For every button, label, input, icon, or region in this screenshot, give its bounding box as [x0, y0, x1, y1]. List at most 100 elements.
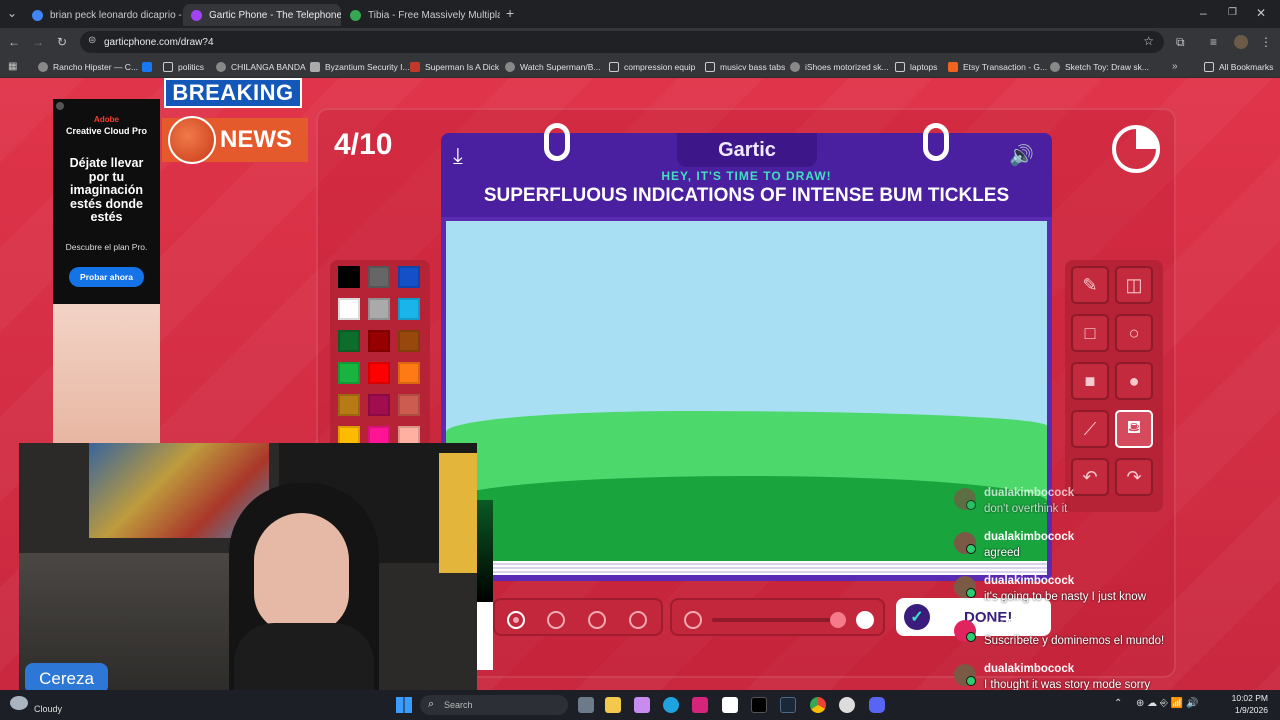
steam-icon[interactable]: [780, 697, 796, 713]
minimize-icon[interactable]: –: [1200, 6, 1207, 20]
color-swatch[interactable]: [368, 266, 390, 288]
color-swatch[interactable]: [338, 266, 360, 288]
window-close-icon[interactable]: ✕: [1256, 6, 1266, 20]
edge-icon[interactable]: [663, 697, 679, 713]
ellipse-outline-icon[interactable]: ○: [1115, 314, 1153, 352]
color-swatch[interactable]: [398, 394, 420, 416]
bucket-icon[interactable]: ⛾: [1115, 410, 1153, 448]
speaker-icon[interactable]: 🔊: [1009, 143, 1034, 168]
bookmark-10[interactable]: iShoes motorized sk...: [790, 60, 889, 74]
back-icon[interactable]: ←: [8, 35, 20, 49]
breaking-banner: BREAKING: [164, 78, 302, 108]
clock-time[interactable]: 10:02 PM: [1228, 693, 1268, 703]
apps-icon[interactable]: ▦: [8, 60, 17, 74]
rectangle-fill-icon[interactable]: ■: [1071, 362, 1109, 400]
bookmark-star-icon[interactable]: ☆: [1143, 34, 1154, 48]
site-info-icon[interactable]: ⊜: [88, 35, 96, 46]
line-icon[interactable]: ⟋: [1071, 410, 1109, 448]
browser-toolbar: ← → ↻ ⊜ garticphone.com/draw?4 ☆ ⧉ ≡ ⋮: [0, 28, 1280, 56]
brush-size-2[interactable]: [547, 611, 565, 629]
tool-panel: ✎ ◫ □ ○ ■ ● ⟋ ⛾ ↶ ↷: [1065, 260, 1163, 512]
globe-icon: [505, 62, 515, 72]
board-ring-right: [923, 123, 949, 161]
globe-icon: [168, 116, 216, 164]
restore-icon[interactable]: ❐: [1228, 6, 1237, 20]
profile-avatar[interactable]: [1234, 35, 1248, 49]
discord-icon[interactable]: [869, 697, 885, 713]
color-swatch[interactable]: [398, 330, 420, 352]
reload-icon[interactable]: ↻: [57, 35, 67, 49]
color-swatch[interactable]: [368, 298, 390, 320]
copilot-icon[interactable]: [634, 697, 650, 713]
slider-thumb[interactable]: [830, 612, 846, 628]
address-bar[interactable]: ⊜ garticphone.com/draw?4 ☆: [80, 31, 1164, 53]
color-swatch[interactable]: [398, 362, 420, 384]
bookmark-3[interactable]: politics: [163, 60, 204, 74]
bookmark-5[interactable]: Byzantium Security I...: [310, 60, 410, 74]
tab-3[interactable]: Tibia - Free Massively Multiplay ✕: [342, 4, 500, 26]
chrome-icon[interactable]: [810, 697, 826, 713]
color-swatch[interactable]: [398, 266, 420, 288]
bookmark-2[interactable]: [142, 60, 157, 74]
globe-icon: [1050, 62, 1060, 72]
weather-icon: [10, 696, 28, 710]
tab-2[interactable]: Gartic Phone - The Telephone G ✕: [183, 4, 341, 26]
color-swatch[interactable]: [368, 394, 390, 416]
brush-size-1[interactable]: [507, 611, 525, 629]
chevron-up-icon[interactable]: ⌃: [1114, 698, 1122, 709]
bookmark-6[interactable]: Superman Is A Dick: [410, 60, 499, 74]
taskbar-search[interactable]: ⌕ Search: [420, 695, 568, 715]
brush-size-3[interactable]: [588, 611, 606, 629]
draw-subtitle: HEY, IT'S TIME TO DRAW!: [661, 169, 832, 183]
all-bookmarks[interactable]: All Bookmarks: [1204, 60, 1273, 74]
ad-photo: [53, 304, 160, 444]
download-icon[interactable]: ⤓: [453, 143, 463, 169]
color-swatch[interactable]: [398, 298, 420, 320]
brush-size-4[interactable]: [629, 611, 647, 629]
forward-icon[interactable]: →: [32, 35, 44, 49]
new-tab-icon[interactable]: +: [506, 6, 514, 20]
clock-date[interactable]: 1/9/2026: [1228, 705, 1268, 715]
rectangle-outline-icon[interactable]: □: [1071, 314, 1109, 352]
file-explorer-icon[interactable]: [605, 697, 621, 713]
color-swatch[interactable]: [338, 362, 360, 384]
tab-search-icon[interactable]: ⌄: [7, 6, 17, 20]
start-icon[interactable]: [396, 697, 412, 713]
media-icon[interactable]: ≡: [1210, 35, 1217, 49]
bookmark-11[interactable]: laptops: [895, 60, 937, 74]
tray-icons[interactable]: ⊕ ☁ ⎆ 📶 🔊: [1136, 698, 1198, 709]
x-icon[interactable]: [751, 697, 767, 713]
menu-icon[interactable]: ⋮: [1260, 35, 1272, 49]
adobe-ad[interactable]: Adobe Creative Cloud Pro Déjate llevar p…: [53, 99, 160, 444]
bookmark-9[interactable]: musicv bass tabs: [705, 60, 785, 74]
ad-cta-button[interactable]: Probar ahora: [69, 267, 144, 287]
color-swatch[interactable]: [338, 394, 360, 416]
bookmark-13[interactable]: Sketch Toy: Draw sk...: [1050, 60, 1149, 74]
bookmark-8[interactable]: compression equip: [609, 60, 695, 74]
instagram-icon[interactable]: [692, 697, 708, 713]
phone-icon: [191, 9, 202, 21]
chevron-right-icon[interactable]: »: [1172, 60, 1178, 74]
ad-info-icon[interactable]: [56, 102, 64, 110]
color-swatch[interactable]: [338, 298, 360, 320]
extensions-icon[interactable]: ⧉: [1176, 35, 1185, 49]
bookmark-12[interactable]: Etsy Transaction - G...: [948, 60, 1047, 74]
pencil-icon[interactable]: ✎: [1071, 266, 1109, 304]
bookmark-4[interactable]: CHILANGA BANDA: [216, 60, 306, 74]
chat-username: dualakimbocock: [984, 487, 1075, 499]
bookmark-1[interactable]: Rancho Hipster — C...: [38, 60, 138, 74]
task-view-icon[interactable]: [578, 697, 594, 713]
color-swatch[interactable]: [368, 362, 390, 384]
chat-overlay: dualakimbocock don't overthink it dualakim…: [944, 484, 1244, 694]
color-picker-strip: [477, 500, 493, 670]
amazon-icon[interactable]: [722, 697, 738, 713]
app-icon[interactable]: [839, 697, 855, 713]
color-swatch[interactable]: [338, 330, 360, 352]
color-swatch[interactable]: [368, 330, 390, 352]
bookmark-7[interactable]: Watch Superman/B...: [505, 60, 600, 74]
ellipse-fill-icon[interactable]: ●: [1115, 362, 1153, 400]
opacity-slider[interactable]: [670, 598, 885, 636]
globe-icon: [790, 62, 800, 72]
eraser-icon[interactable]: ◫: [1115, 266, 1153, 304]
tab-1[interactable]: brian peck leonardo dicaprio - ✕: [24, 4, 182, 26]
